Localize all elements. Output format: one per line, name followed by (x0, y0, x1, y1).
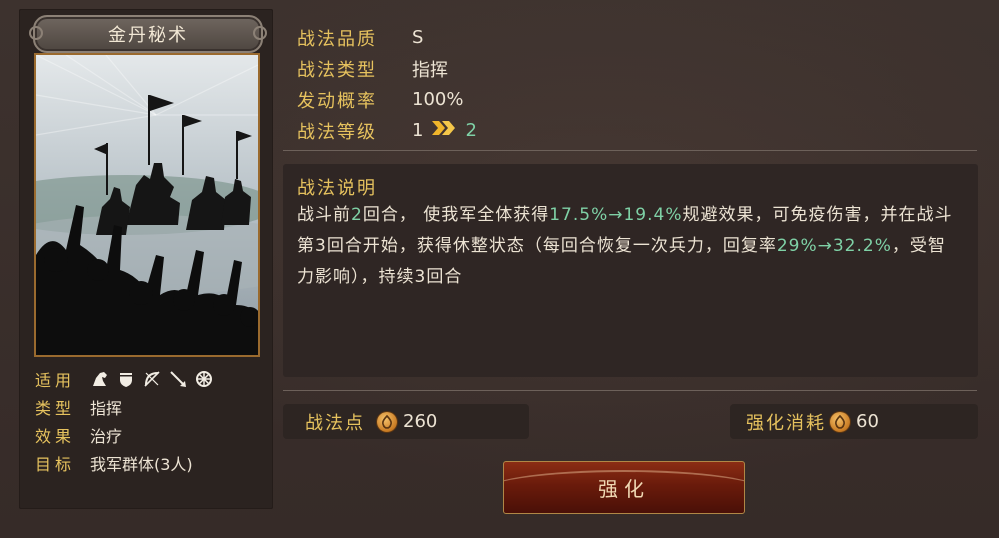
description-box: 战法说明 战斗前2回合， 使我军全体获得17.5%→19.4%规避效果，可免疫伤… (283, 164, 978, 377)
prop-row-applicable: 适用 (35, 365, 265, 393)
skill-card: 金丹秘术 适用 类型 指挥 效果 治疗 目标 我军群体(3人) (19, 9, 273, 509)
double-chevron-right-icon (431, 119, 457, 142)
description-segment: 3 (315, 236, 327, 256)
level-value: 1 2 (412, 119, 477, 142)
description-segment: 回合 (426, 267, 463, 287)
description-highlight: 29%→32.2% (776, 236, 892, 256)
prop-row-type: 类型 指挥 (35, 393, 265, 421)
prop-row-target: 目标 我军群体(3人) (35, 449, 265, 477)
stat-label: 战法类型 (297, 59, 377, 81)
prop-row-effect: 效果 治疗 (35, 421, 265, 449)
quality-value: S (412, 27, 424, 48)
stat-label: 战法品质 (297, 28, 377, 50)
type-value: 指挥 (412, 59, 448, 81)
spear-icon (168, 369, 188, 389)
shield-icon (116, 369, 136, 389)
stat-row-rate: 发动概率 100% (297, 84, 477, 115)
description-segment: 回合开始，获得休整状态（每回合恢复一次兵力，回复率 (326, 236, 777, 256)
upgrade-cost-value: 60 (856, 411, 879, 432)
level-current: 1 (412, 120, 424, 141)
prop-value: 治疗 (90, 427, 123, 446)
upgrade-button[interactable]: 强化 (503, 461, 745, 514)
upgrade-button-label: 强化 (598, 477, 650, 501)
prop-label: 效果 (35, 427, 76, 446)
stat-row-type: 战法类型 指挥 (297, 53, 477, 84)
description-highlight: 17.5%→19.4% (549, 205, 683, 225)
wheel-icon (194, 369, 214, 389)
upgrade-cost-label: 强化消耗 (746, 412, 826, 434)
copper-coin-icon (830, 411, 850, 432)
divider-top (283, 150, 977, 151)
applicable-arms (90, 369, 214, 389)
skill-points-label: 战法点 (305, 412, 365, 434)
skill-portrait (34, 53, 260, 357)
skill-stats: 战法品质 S 战法类型 指挥 发动概率 100% 战法等级 1 2 (297, 22, 477, 146)
cavalry-icon (90, 369, 110, 389)
copper-coin-icon (377, 411, 397, 432)
stat-row-level: 战法等级 1 2 (297, 115, 477, 146)
description-segment: 战斗前 (297, 205, 351, 225)
prop-value: 指挥 (90, 399, 123, 418)
description-title: 战法说明 (297, 178, 377, 199)
skill-points-value: 260 (403, 411, 438, 432)
level-next: 2 (465, 120, 477, 141)
description-text: 战斗前2回合， 使我军全体获得17.5%→19.4%规避效果，可免疫伤害，并在战… (297, 200, 962, 293)
bow-icon (142, 369, 162, 389)
stat-label: 发动概率 (297, 90, 377, 112)
description-highlight: 2 (351, 205, 363, 225)
stat-row-quality: 战法品质 S (297, 22, 477, 53)
skill-name: 金丹秘术 (108, 25, 188, 46)
rate-value: 100% (412, 89, 464, 110)
prop-value: 我军群体(3人) (90, 455, 193, 474)
skill-properties: 适用 类型 指挥 效果 治疗 目标 我军群体(3人) (35, 365, 265, 477)
skill-points-panel: 战法点 260 (283, 404, 529, 439)
prop-label: 适用 (35, 371, 76, 390)
prop-label: 目标 (35, 455, 76, 474)
description-segment: 3 (414, 267, 427, 287)
stat-label: 战法等级 (297, 121, 377, 143)
upgrade-cost-panel: 强化消耗 60 (730, 404, 978, 439)
description-segment: 回合， 使我军全体获得 (362, 205, 550, 225)
skill-name-plate: 金丹秘术 (29, 15, 267, 53)
battle-silhouette-illustration (36, 55, 258, 355)
prop-label: 类型 (35, 399, 76, 418)
divider-bottom (283, 390, 977, 391)
